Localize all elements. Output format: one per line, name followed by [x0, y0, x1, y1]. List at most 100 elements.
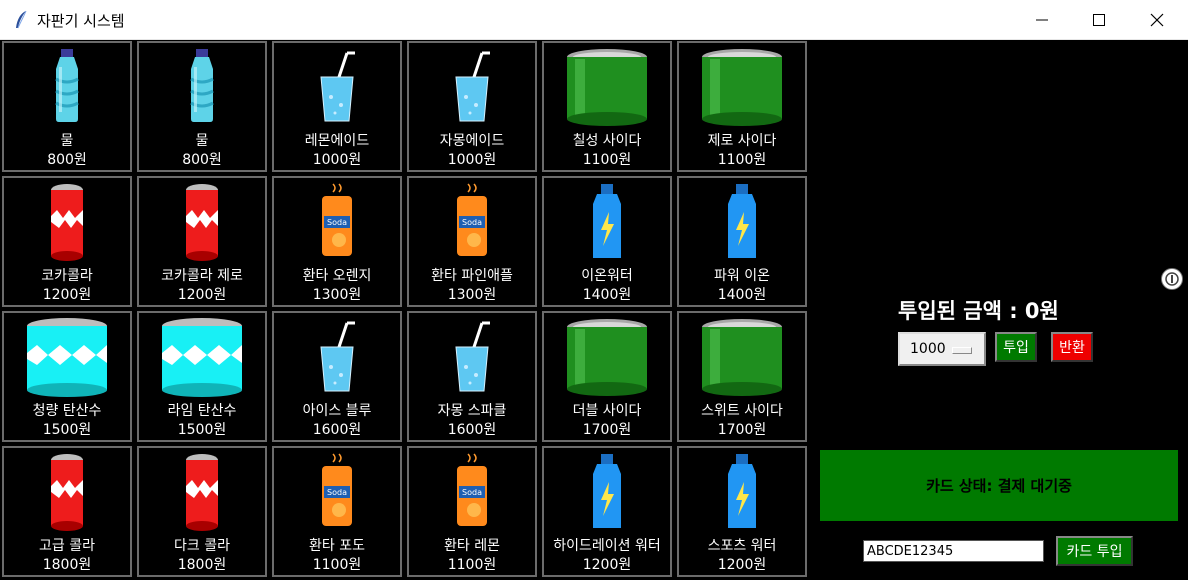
soda-can-icon: Soda	[457, 453, 487, 526]
product-button[interactable]: 레몬에이드 1000원	[272, 41, 402, 172]
green-can-icon	[567, 49, 647, 126]
product-button[interactable]: 물 800원	[137, 41, 267, 172]
soda-can-icon: Soda	[322, 453, 352, 526]
main-content: 물 800원 물 800원 레몬에이드 1000원 자몽에이드 1000원 칠성 사이다…	[0, 40, 1188, 580]
water-bottle-icon	[190, 49, 214, 122]
sports-bottle-icon	[728, 184, 756, 258]
product-name: 코카콜라 제로	[161, 268, 243, 284]
feather-icon	[16, 10, 27, 29]
product-name: 파워 이온	[714, 268, 770, 284]
product-button[interactable]: Soda 환타 레몬 1100원	[407, 446, 537, 577]
product-name: 다크 콜라	[174, 538, 230, 554]
card-insert-button[interactable]: 카드 투입	[1056, 536, 1133, 566]
red-can-icon	[186, 454, 218, 531]
insert-button[interactable]: 투입	[995, 332, 1037, 362]
product-name: 이온워터	[581, 268, 633, 284]
product-button[interactable]: 스위트 사이다 1700원	[677, 311, 807, 442]
product-button[interactable]: 청량 탄산수 1500원	[2, 311, 132, 442]
product-name: 환타 레몬	[444, 538, 500, 554]
product-price: 1200원	[42, 287, 92, 303]
cyan-can-icon	[27, 318, 107, 397]
product-price: 1400원	[717, 287, 767, 303]
product-price: 1300원	[312, 287, 362, 303]
product-name: 물	[195, 133, 209, 149]
amount-select[interactable]: 1000	[898, 332, 986, 366]
product-name: 물	[60, 133, 74, 149]
product-price: 1100원	[447, 557, 497, 573]
product-price: 1400원	[582, 287, 632, 303]
product-price: 1000원	[447, 152, 497, 168]
product-button[interactable]: 물 800원	[2, 41, 132, 172]
sports-bottle-icon	[728, 454, 756, 528]
product-button[interactable]: 아이스 블루 1600원	[272, 311, 402, 442]
product-price: 1200원	[582, 557, 632, 573]
product-button[interactable]: 코카콜라 제로 1200원	[137, 176, 267, 307]
inserted-amount-label: 투입된 금액 : 0원	[898, 299, 1059, 323]
card-number-input[interactable]	[863, 540, 1044, 562]
red-can-icon	[186, 184, 218, 261]
product-price: 1100원	[717, 152, 767, 168]
product-name: 환타 파인애플	[431, 268, 513, 284]
minimize-icon	[1036, 19, 1048, 21]
product-price: 1700원	[717, 422, 767, 438]
product-button[interactable]: 이온워터 1400원	[542, 176, 672, 307]
product-name: 청량 탄산수	[32, 403, 102, 419]
product-price: 1300원	[447, 287, 497, 303]
product-name: 코카콜라	[41, 268, 93, 284]
title-bar: 자판기 시스템	[0, 0, 1188, 40]
product-price: 1000원	[312, 152, 362, 168]
product-button[interactable]: 고급 콜라 1800원	[2, 446, 132, 577]
close-button[interactable]	[1128, 0, 1186, 40]
product-price: 800원	[47, 152, 87, 168]
info-icon[interactable]	[1161, 268, 1183, 290]
product-button[interactable]: 다크 콜라 1800원	[137, 446, 267, 577]
svg-text:Soda: Soda	[462, 218, 482, 227]
product-button[interactable]: 파워 이온 1400원	[677, 176, 807, 307]
product-button[interactable]: 코카콜라 1200원	[2, 176, 132, 307]
product-name: 환타 오렌지	[302, 268, 372, 284]
product-price: 1500원	[177, 422, 227, 438]
product-name: 스포츠 워터	[707, 538, 777, 554]
product-name: 자몽 스파클	[437, 403, 507, 419]
maximize-button[interactable]	[1070, 0, 1128, 40]
close-icon	[1150, 13, 1164, 27]
product-button[interactable]: 더블 사이다 1700원	[542, 311, 672, 442]
product-price: 1200원	[177, 287, 227, 303]
amount-select-value: 1000	[910, 341, 946, 357]
product-button[interactable]: 하이드레이션 워터 1200원	[542, 446, 672, 577]
product-button[interactable]: 자몽에이드 1000원	[407, 41, 537, 172]
window-title: 자판기 시스템	[37, 12, 125, 30]
product-button[interactable]: 스포츠 워터 1200원	[677, 446, 807, 577]
product-button[interactable]: Soda 환타 파인애플 1300원	[407, 176, 537, 307]
product-name: 고급 콜라	[39, 538, 95, 554]
card-status-box: 카드 상태: 결제 대기중	[820, 450, 1178, 521]
product-button[interactable]: Soda 환타 포도 1100원	[272, 446, 402, 577]
product-button[interactable]: Soda 환타 오렌지 1300원	[272, 176, 402, 307]
product-price: 1800원	[177, 557, 227, 573]
product-price: 1600원	[312, 422, 362, 438]
product-price: 1500원	[42, 422, 92, 438]
cup-straw-icon	[320, 321, 355, 392]
soda-can-icon: Soda	[322, 183, 352, 256]
minimize-button[interactable]	[1013, 0, 1071, 40]
product-price: 800원	[182, 152, 222, 168]
return-button[interactable]: 반환	[1051, 332, 1093, 362]
product-grid: 물 800원 물 800원 레몬에이드 1000원 자몽에이드 1000원 칠성 사이다…	[2, 41, 812, 581]
product-price: 1100원	[582, 152, 632, 168]
product-button[interactable]: 라임 탄산수 1500원	[137, 311, 267, 442]
product-button[interactable]: 칠성 사이다 1100원	[542, 41, 672, 172]
green-can-icon	[567, 319, 647, 396]
product-button[interactable]: 자몽 스파클 1600원	[407, 311, 537, 442]
water-bottle-icon	[55, 49, 79, 122]
red-can-icon	[51, 184, 83, 261]
product-price: 1100원	[312, 557, 362, 573]
product-name: 레몬에이드	[304, 133, 370, 149]
product-price: 1600원	[447, 422, 497, 438]
svg-text:Soda: Soda	[327, 218, 347, 227]
sports-bottle-icon	[593, 454, 621, 528]
product-price: 1800원	[42, 557, 92, 573]
product-name: 라임 탄산수	[167, 403, 237, 419]
product-price: 1200원	[717, 557, 767, 573]
product-button[interactable]: 제로 사이다 1100원	[677, 41, 807, 172]
product-name: 더블 사이다	[572, 403, 642, 419]
